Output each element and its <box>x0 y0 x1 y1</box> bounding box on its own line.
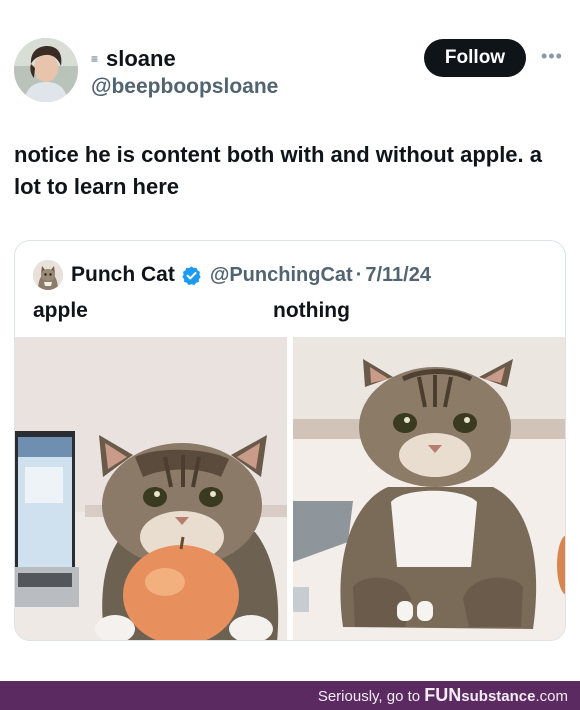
quoted-tweet-header: Punch Cat @PunchingCat · 7/11/24 <box>33 259 431 291</box>
quoted-separator: · <box>355 263 363 286</box>
affiliate-badge-icon: ≡ <box>91 52 98 66</box>
caption-left: apple <box>33 299 88 322</box>
verified-badge-icon <box>182 265 201 285</box>
display-name-row[interactable]: ≡ sloane <box>91 46 278 72</box>
tweet-text: notice he is content both with and witho… <box>14 142 542 199</box>
author-avatar[interactable] <box>14 38 78 102</box>
author-display-name: sloane <box>106 46 176 71</box>
author-names: ≡ sloane @beepboopsloane <box>91 46 278 100</box>
cat-with-apple-image <box>15 337 287 640</box>
footer-brand-rest: substance <box>461 688 536 705</box>
avatar-image <box>14 38 78 102</box>
cat-nothing-image <box>293 337 565 640</box>
more-horizontal-icon[interactable]: ••• <box>540 46 564 66</box>
tweet-header: ≡ sloane @beepboopsloane Follow ••• <box>14 38 566 104</box>
quoted-author-name[interactable]: Punch Cat <box>71 263 175 287</box>
quoted-tweet-card[interactable]: Punch Cat @PunchingCat · 7/11/24 apple n… <box>14 240 566 641</box>
quoted-author-handle[interactable]: @PunchingCat <box>210 264 353 287</box>
quoted-avatar-image <box>33 260 63 290</box>
quoted-author-avatar[interactable] <box>33 260 63 290</box>
photo-cat-with-apple[interactable] <box>15 337 287 640</box>
footer-prefix: Seriously, go to <box>317 688 425 705</box>
photo-cat-nothing[interactable] <box>293 337 565 640</box>
footer-brand[interactable]: FUNsubstance <box>424 685 536 705</box>
quoted-date[interactable]: 7/11/24 <box>365 264 431 287</box>
footer-brand-strong: FUN <box>424 685 462 705</box>
watermark-footer: Seriously, go to FUNsubstance.com <box>0 681 580 710</box>
follow-button[interactable]: Follow <box>424 39 526 77</box>
footer-suffix: .com <box>535 688 568 705</box>
author-handle[interactable]: @beepboopsloane <box>91 74 278 100</box>
caption-right: nothing <box>273 299 350 322</box>
